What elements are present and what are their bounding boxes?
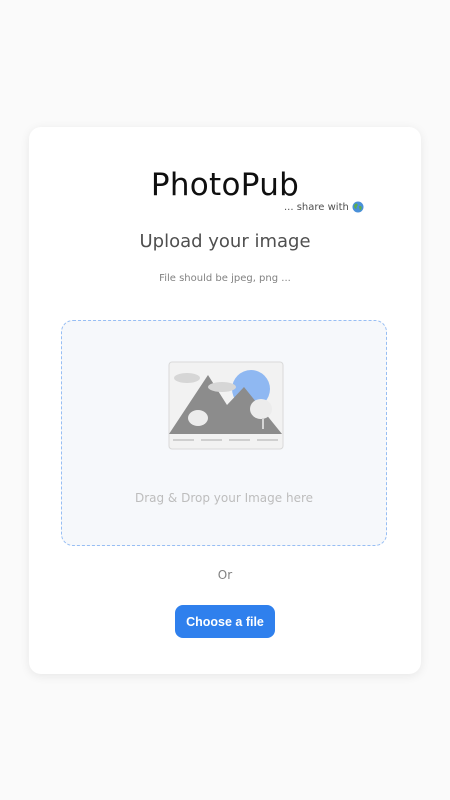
upload-card: PhotoPub ... share with Upload your imag… — [29, 127, 421, 674]
choose-file-button[interactable]: Choose a file — [175, 605, 275, 638]
upload-heading: Upload your image — [139, 231, 311, 252]
app-tagline: ... share with — [284, 201, 364, 213]
drop-zone-label: Drag & Drop your Image here — [134, 491, 314, 505]
globe-icon — [352, 201, 364, 213]
tagline-text: ... share with — [284, 201, 349, 213]
image-placeholder-icon — [168, 361, 284, 450]
or-separator: Or — [217, 568, 233, 582]
app-logo: PhotoPub — [150, 167, 300, 203]
drop-zone[interactable]: Drag & Drop your Image here — [61, 320, 387, 546]
file-type-hint: File should be jpeg, png ... — [159, 273, 291, 284]
